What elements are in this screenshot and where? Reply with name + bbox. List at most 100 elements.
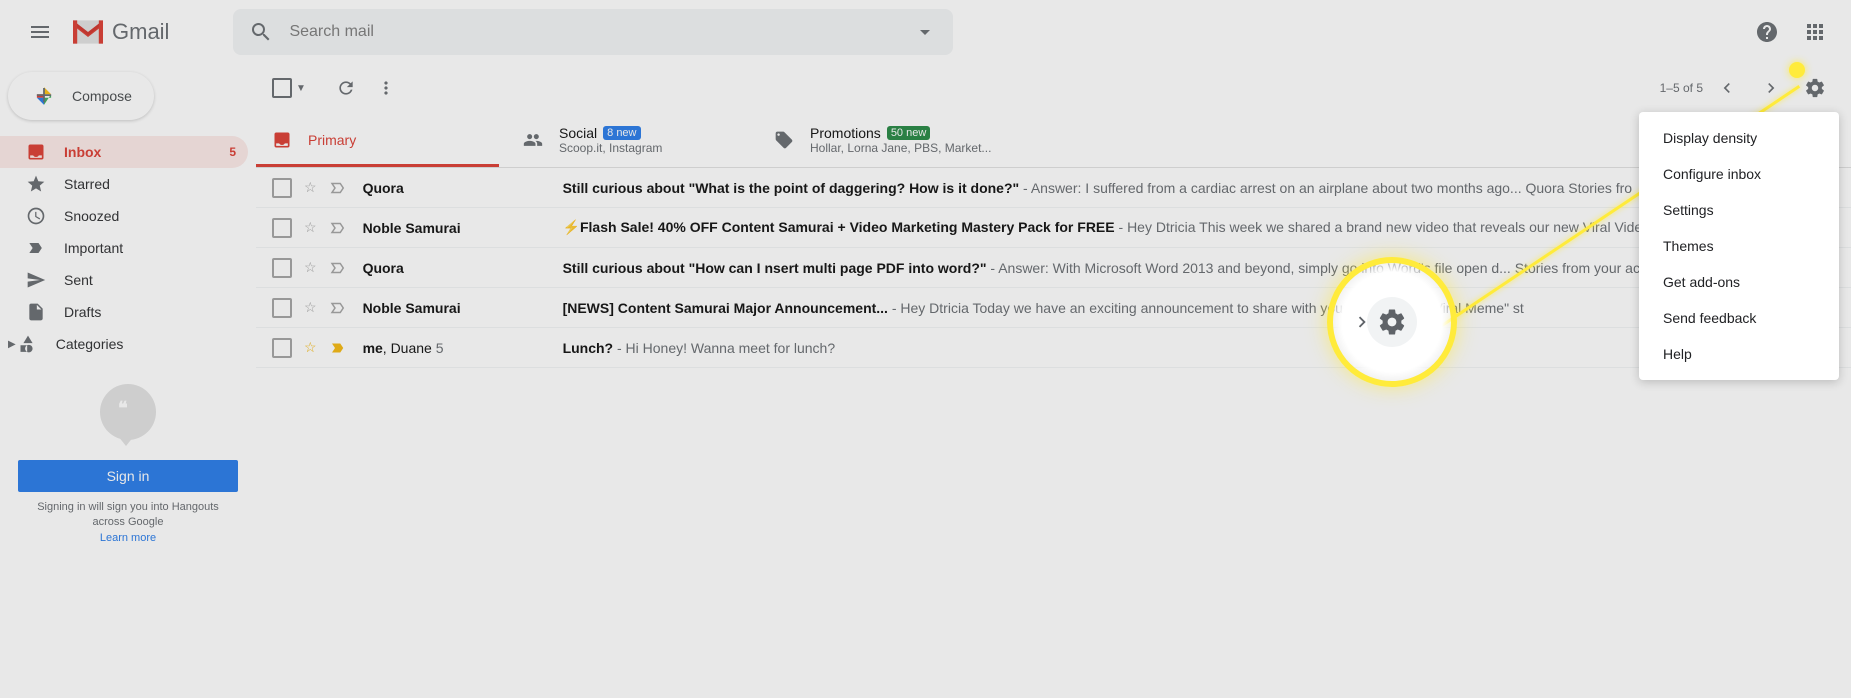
email-sender: Quora	[363, 260, 563, 276]
select-all-checkbox[interactable]	[272, 78, 292, 98]
menu-get-addons[interactable]: Get add-ons	[1639, 264, 1839, 300]
main-menu-button[interactable]	[16, 8, 64, 56]
star-icon[interactable]: ☆	[304, 259, 317, 276]
nav-snoozed[interactable]: Snoozed	[0, 200, 248, 232]
support-button[interactable]	[1747, 12, 1787, 52]
tag-icon	[774, 130, 794, 150]
pagination-text: 1–5 of 5	[1660, 81, 1703, 95]
email-row[interactable]: ☆ me, Duane 5 Lunch? - Hi Honey! Wanna m…	[256, 328, 1851, 368]
compose-label: Compose	[72, 88, 132, 104]
importance-icon[interactable]	[329, 299, 347, 317]
nav-list: Inbox 5 Starred Snoozed Important Sent D…	[0, 136, 256, 360]
email-row[interactable]: ☆ Quora Still curious about "How can I n…	[256, 248, 1851, 288]
email-checkbox[interactable]	[272, 298, 292, 318]
menu-configure-inbox[interactable]: Configure inbox	[1639, 156, 1839, 192]
more-icon	[376, 78, 396, 98]
email-snippet: - Hey Dtricia Today we have an exciting …	[888, 300, 1524, 316]
star-icon[interactable]: ☆	[304, 299, 317, 316]
tab-social[interactable]: Social8 new Scoop.it, Instagram	[507, 112, 758, 167]
categories-icon	[18, 334, 38, 354]
prev-page-button[interactable]	[1707, 68, 1747, 108]
apps-icon	[1803, 20, 1827, 44]
logo-text: Gmail	[112, 19, 169, 45]
star-icon[interactable]: ☆	[304, 339, 317, 356]
important-icon	[26, 238, 46, 258]
nav-categories[interactable]: ▶ Categories	[0, 328, 248, 360]
email-sender: me, Duane 5	[363, 340, 563, 356]
nav-label: Snoozed	[64, 208, 119, 224]
tab-label: Primary	[308, 132, 356, 148]
compose-button[interactable]: Compose	[8, 72, 154, 120]
menu-send-feedback[interactable]: Send feedback	[1639, 300, 1839, 336]
settings-menu: Display density Configure inbox Settings…	[1639, 112, 1839, 380]
clock-icon	[26, 206, 46, 226]
menu-icon	[28, 20, 52, 44]
nav-label: Categories	[56, 336, 124, 352]
more-button[interactable]	[366, 68, 406, 108]
email-sender: Quora	[363, 180, 563, 196]
chevron-right-icon	[1761, 78, 1781, 98]
learn-more-link[interactable]: Learn more	[100, 532, 156, 544]
refresh-button[interactable]	[326, 68, 366, 108]
nav-sent[interactable]: Sent	[0, 264, 248, 296]
hangouts-icon: ❝	[100, 384, 156, 440]
nav-label: Starred	[64, 176, 110, 192]
annotation-dot	[1789, 62, 1805, 78]
tab-sub: Hollar, Lorna Jane, PBS, Market...	[810, 141, 991, 155]
gmail-logo[interactable]: Gmail	[68, 12, 169, 52]
email-row[interactable]: ☆ Quora Still curious about "What is the…	[256, 168, 1851, 208]
nav-starred[interactable]: Starred	[0, 168, 248, 200]
search-input[interactable]	[289, 23, 913, 41]
expand-icon: ▶	[8, 339, 16, 350]
nav-label: Important	[64, 240, 123, 256]
email-row[interactable]: ☆ Noble Samurai ⚡Flash Sale! 40% OFF Con…	[256, 208, 1851, 248]
email-sender: Noble Samurai	[363, 300, 563, 316]
email-subject: [NEWS] Content Samurai Major Announcemen…	[563, 300, 888, 316]
search-options-icon[interactable]	[913, 20, 937, 44]
sent-icon	[26, 270, 46, 290]
email-checkbox[interactable]	[272, 258, 292, 278]
main: ▼ 1–5 of 5 Primary Social8 new Scoop.it,…	[256, 64, 1851, 698]
gear-icon	[1804, 77, 1826, 99]
menu-display-density[interactable]: Display density	[1639, 120, 1839, 156]
email-checkbox[interactable]	[272, 338, 292, 358]
nav-drafts[interactable]: Drafts	[0, 296, 248, 328]
menu-settings[interactable]: Settings	[1639, 192, 1839, 228]
importance-icon[interactable]	[329, 179, 347, 197]
email-snippet: - Answer: I suffered from a cardiac arre…	[1019, 180, 1632, 196]
hangouts-area: ❝ Sign in Signing in will sign you into …	[0, 360, 256, 562]
star-icon[interactable]: ☆	[304, 179, 317, 196]
email-subject: Lunch?	[563, 340, 614, 356]
nav-label: Inbox	[64, 144, 101, 160]
email-checkbox[interactable]	[272, 178, 292, 198]
importance-icon[interactable]	[329, 259, 347, 277]
nav-inbox[interactable]: Inbox 5	[0, 136, 248, 168]
header: Gmail	[0, 0, 1851, 64]
star-icon[interactable]: ☆	[304, 219, 317, 236]
tab-badge: 50 new	[887, 126, 930, 140]
email-checkbox[interactable]	[272, 218, 292, 238]
signin-button[interactable]: Sign in	[18, 460, 238, 492]
nav-label: Drafts	[64, 304, 101, 320]
email-subject: Still curious about "What is the point o…	[563, 180, 1020, 196]
menu-help[interactable]: Help	[1639, 336, 1839, 372]
menu-themes[interactable]: Themes	[1639, 228, 1839, 264]
select-dropdown[interactable]: ▼	[296, 83, 306, 94]
chevron-left-icon	[1717, 78, 1737, 98]
email-sender: Noble Samurai	[363, 220, 563, 236]
apps-button[interactable]	[1795, 12, 1835, 52]
inbox-icon	[272, 130, 292, 150]
sidebar: Compose Inbox 5 Starred Snoozed Importan…	[0, 64, 256, 698]
tab-primary[interactable]: Primary	[256, 112, 507, 167]
nav-important[interactable]: Important	[0, 232, 248, 264]
importance-icon[interactable]	[329, 339, 347, 357]
search-bar[interactable]	[233, 9, 953, 55]
drafts-icon	[26, 302, 46, 322]
email-row[interactable]: ☆ Noble Samurai [NEWS] Content Samurai M…	[256, 288, 1851, 328]
email-snippet: - Hey Dtricia This week we shared a bran…	[1115, 219, 1643, 235]
plus-icon	[28, 80, 60, 112]
importance-icon[interactable]	[329, 219, 347, 237]
email-snippet: - Answer: With Microsoft Word 2013 and b…	[987, 260, 1640, 276]
email-subject: Still curious about "How can I nsert mul…	[563, 260, 987, 276]
tab-promotions[interactable]: Promotions50 new Hollar, Lorna Jane, PBS…	[758, 112, 1009, 167]
